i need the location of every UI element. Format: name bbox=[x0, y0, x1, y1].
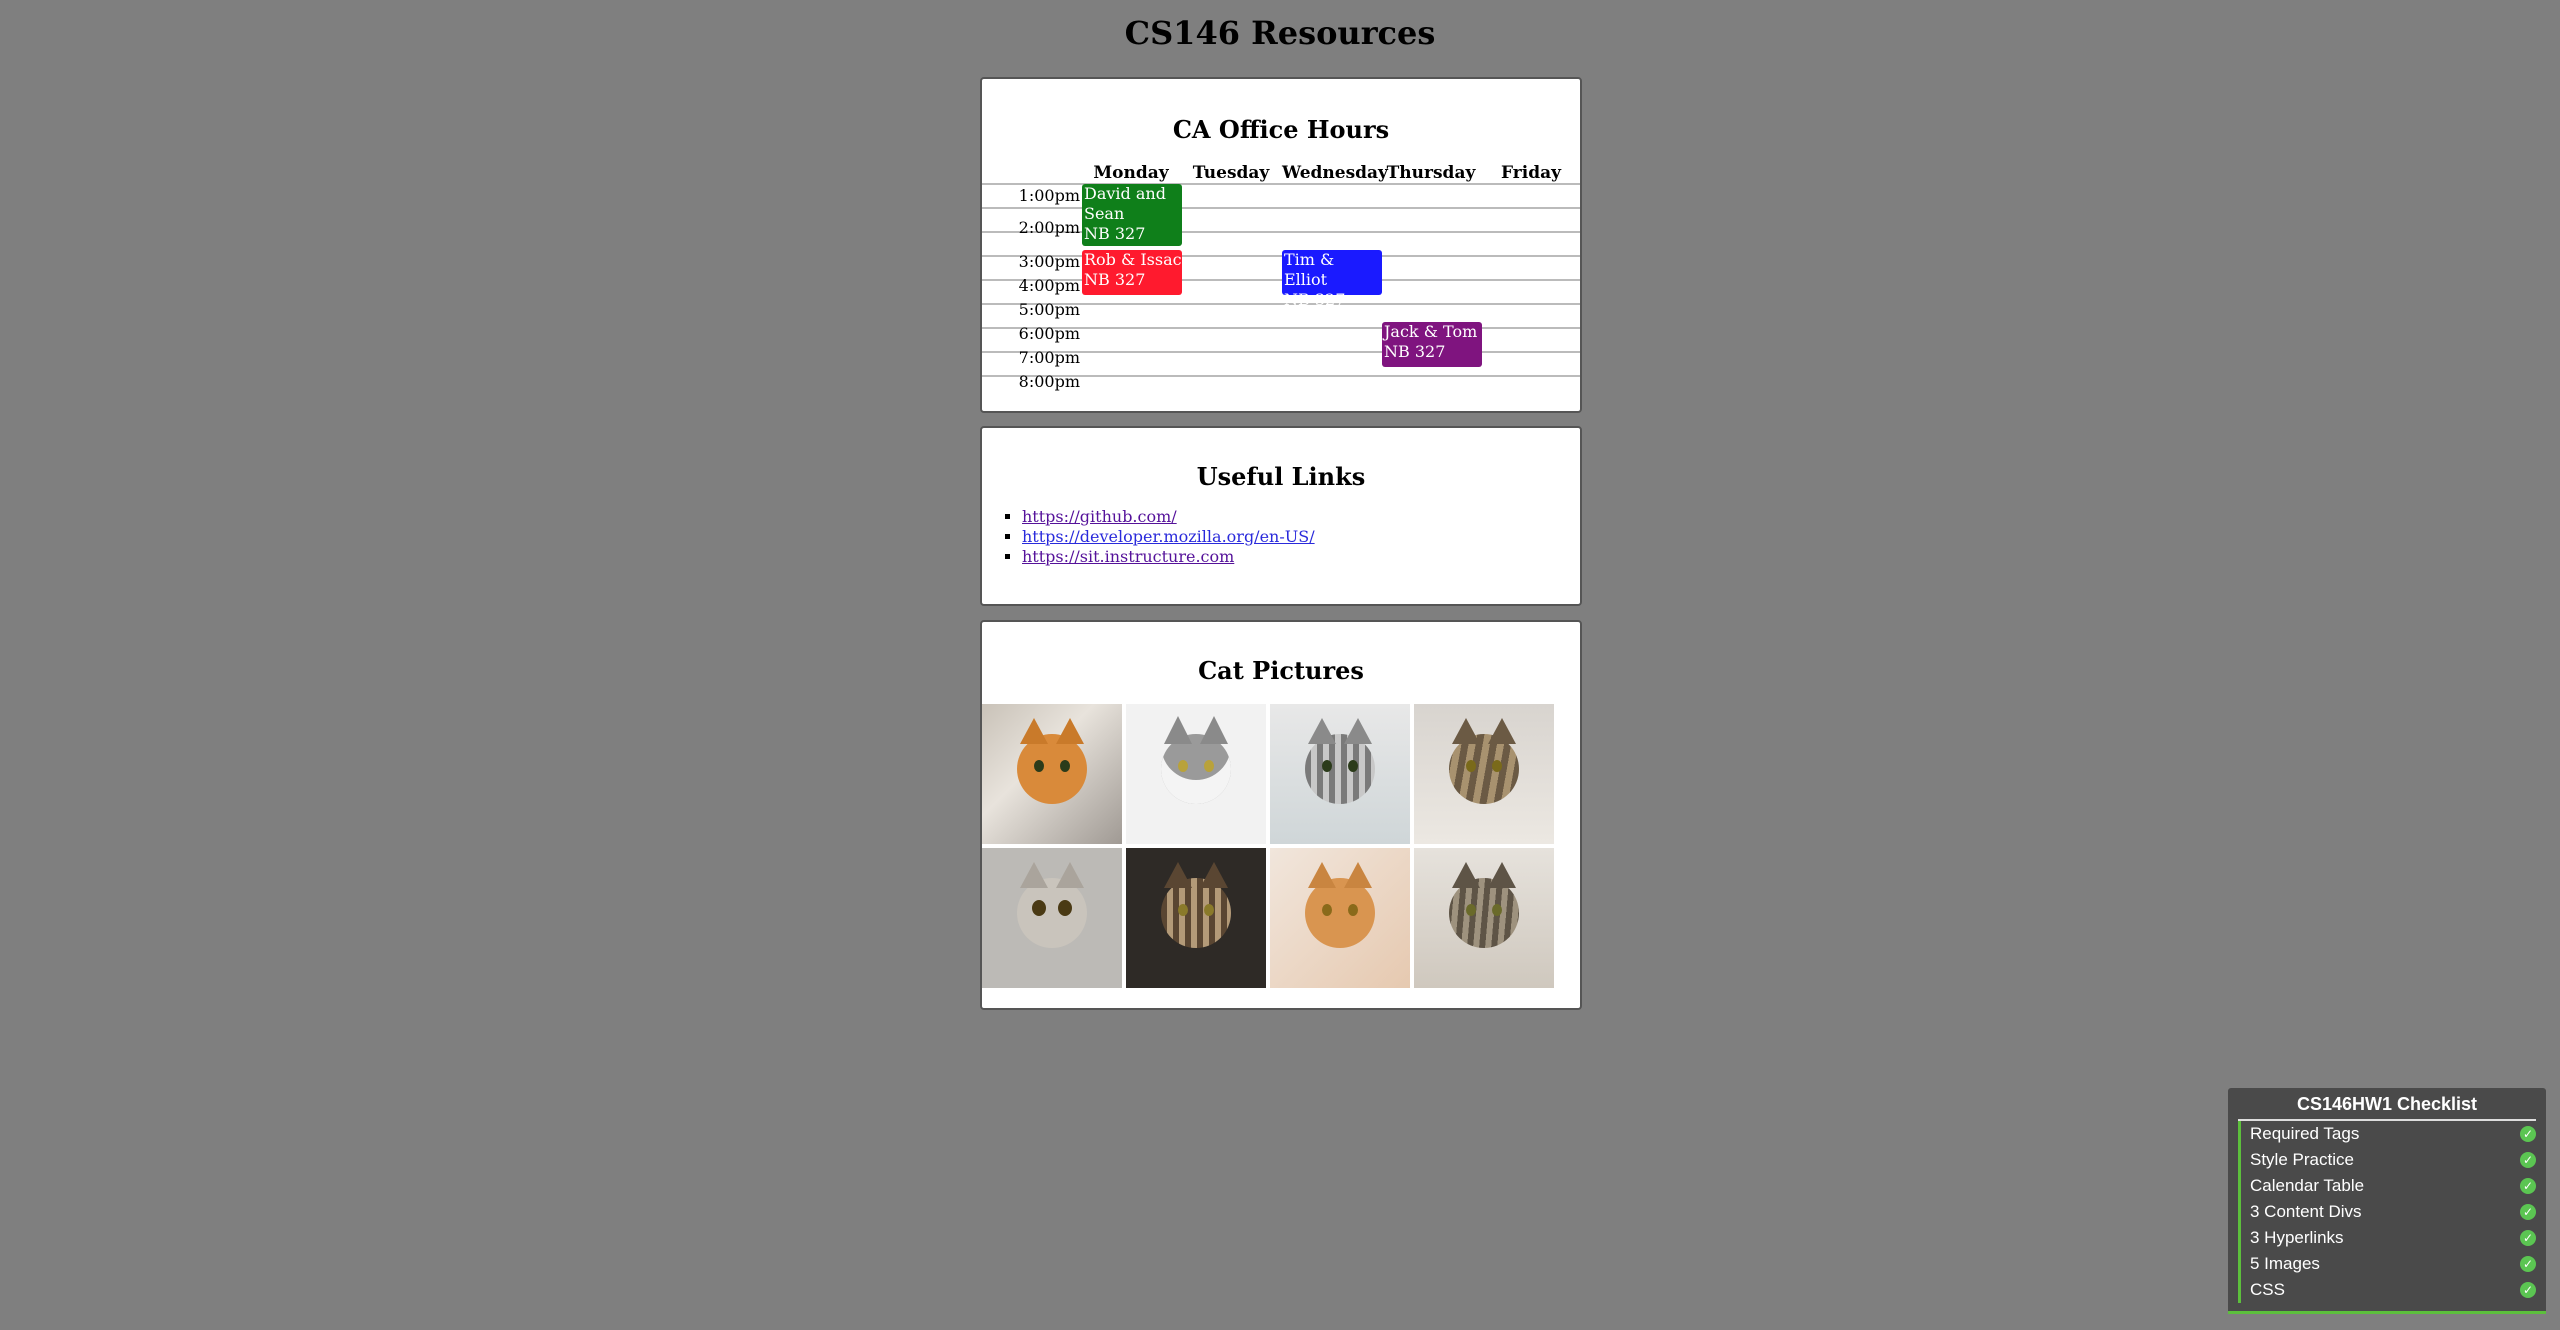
day-header-monday: Monday bbox=[1093, 163, 1169, 183]
cat-image bbox=[1414, 704, 1554, 844]
table-row-line bbox=[982, 183, 1580, 185]
useful-links-title: Useful Links bbox=[1196, 462, 1366, 491]
day-header-wednesday: Wednesday bbox=[1282, 163, 1388, 183]
checklist-item-label: Required Tags bbox=[2250, 1124, 2360, 1143]
checklist-item-label: 5 Images bbox=[2250, 1254, 2320, 1273]
checklist-item: 5 Images ✓ bbox=[2238, 1251, 2536, 1277]
check-icon: ✓ bbox=[2520, 1282, 2536, 1298]
checklist-item: Style Practice ✓ bbox=[2238, 1147, 2536, 1173]
links-list: https://github.com/ https://developer.mo… bbox=[982, 507, 1580, 567]
slot-names: Jack & Tom bbox=[1384, 322, 1478, 341]
checklist-item-label: Style Practice bbox=[2250, 1150, 2354, 1169]
time-label: 5:00pm bbox=[1018, 300, 1080, 319]
checklist-item-label: 3 Hyperlinks bbox=[2250, 1228, 2344, 1247]
checklist-item: Required Tags ✓ bbox=[2238, 1121, 2536, 1147]
check-icon: ✓ bbox=[2520, 1256, 2536, 1272]
cat-grid bbox=[982, 704, 1562, 988]
checklist-item: 3 Content Divs ✓ bbox=[2238, 1199, 2536, 1225]
time-label: 4:00pm bbox=[1018, 276, 1080, 295]
checklist-item: CSS ✓ bbox=[2238, 1277, 2536, 1303]
office-hour-slot: David and Sean NB 327 bbox=[1082, 184, 1182, 246]
day-header-thursday: Thursday bbox=[1386, 163, 1476, 183]
list-item: https://sit.instructure.com bbox=[1022, 547, 1580, 567]
cat-image bbox=[982, 704, 1122, 844]
check-icon: ✓ bbox=[2520, 1126, 2536, 1142]
check-icon: ✓ bbox=[2520, 1230, 2536, 1246]
office-hours-card: CA Office Hours Monday Tuesday Wednesday… bbox=[980, 77, 1582, 413]
page-title: CS146 Resources bbox=[1124, 14, 1436, 52]
slot-room: NB 327 bbox=[1384, 342, 1446, 361]
cat-image bbox=[1126, 704, 1266, 844]
check-icon: ✓ bbox=[2520, 1152, 2536, 1168]
link-mdn[interactable]: https://developer.mozilla.org/en-US/ bbox=[1022, 527, 1315, 546]
list-item: https://github.com/ bbox=[1022, 507, 1580, 527]
time-label: 8:00pm bbox=[1018, 372, 1080, 391]
checklist-item: 3 Hyperlinks ✓ bbox=[2238, 1225, 2536, 1251]
cat-image bbox=[1270, 848, 1410, 988]
checklist-item-label: 3 Content Divs bbox=[2250, 1202, 2362, 1221]
cat-pictures-card: Cat Pictures bbox=[980, 620, 1582, 1010]
time-label: 7:00pm bbox=[1018, 348, 1080, 367]
checklist-item-label: Calendar Table bbox=[2250, 1176, 2365, 1195]
time-label: 2:00pm bbox=[1018, 218, 1080, 237]
check-icon: ✓ bbox=[2520, 1178, 2536, 1194]
slot-names: David and Sean bbox=[1084, 184, 1166, 223]
cat-pictures-title: Cat Pictures bbox=[1198, 656, 1364, 685]
time-label: 6:00pm bbox=[1018, 324, 1080, 343]
slot-names: Tim & Elliot bbox=[1284, 250, 1335, 289]
office-hours-title: CA Office Hours bbox=[1172, 115, 1390, 144]
link-canvas[interactable]: https://sit.instructure.com bbox=[1022, 547, 1234, 566]
time-label: 3:00pm bbox=[1018, 252, 1080, 271]
cat-image bbox=[1126, 848, 1266, 988]
slot-room: NB 327 bbox=[1084, 224, 1146, 243]
slot-room: NB 327 bbox=[1084, 270, 1146, 289]
day-header-tuesday: Tuesday bbox=[1192, 163, 1270, 183]
day-header-friday: Friday bbox=[1501, 163, 1561, 183]
cat-image bbox=[982, 848, 1122, 988]
useful-links-card: Useful Links https://github.com/ https:/… bbox=[980, 426, 1582, 606]
checklist-item: Calendar Table ✓ bbox=[2238, 1173, 2536, 1199]
cat-image bbox=[1270, 704, 1410, 844]
office-hour-slot: Tim & Elliot NB 327 bbox=[1282, 250, 1382, 309]
office-hour-slot: Rob & Issac NB 327 bbox=[1082, 250, 1182, 295]
slot-room: NB 327 bbox=[1284, 290, 1346, 309]
office-hour-slot: Jack & Tom NB 327 bbox=[1382, 322, 1482, 367]
checklist-item-label: CSS bbox=[2250, 1280, 2285, 1299]
link-github[interactable]: https://github.com/ bbox=[1022, 507, 1177, 526]
time-label: 1:00pm bbox=[1018, 186, 1080, 205]
checklist-panel: CS146HW1 Checklist Required Tags ✓ Style … bbox=[2228, 1088, 2546, 1314]
slot-names: Rob & Issac bbox=[1084, 250, 1182, 269]
list-item: https://developer.mozilla.org/en-US/ bbox=[1022, 527, 1580, 547]
cat-image bbox=[1414, 848, 1554, 988]
checklist-title: CS146HW1 Checklist bbox=[2238, 1094, 2536, 1121]
table-row-line bbox=[982, 207, 1580, 209]
check-icon: ✓ bbox=[2520, 1204, 2536, 1220]
